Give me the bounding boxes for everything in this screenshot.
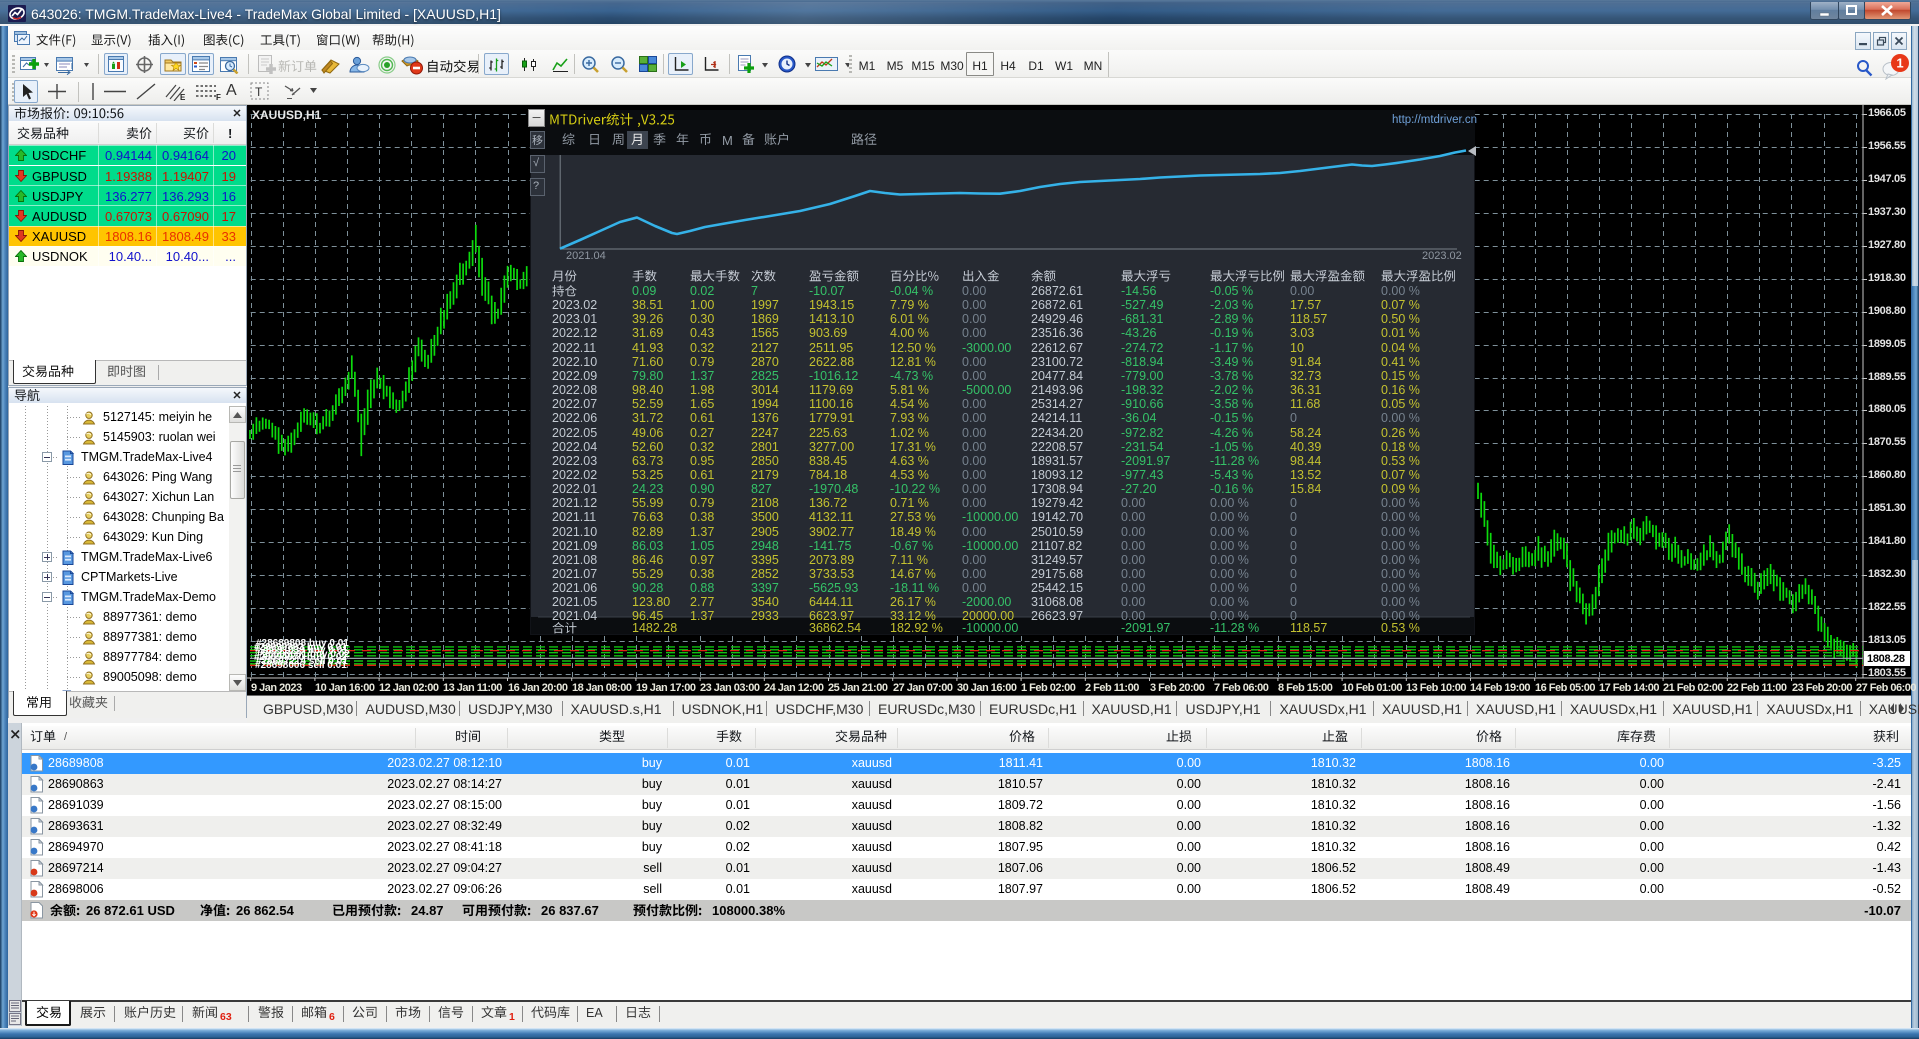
svg-text:T: T	[255, 85, 263, 99]
svg-text:F: F	[216, 93, 221, 101]
svg-text:E: E	[180, 93, 186, 101]
svg-text:1: 1	[1896, 56, 1903, 71]
